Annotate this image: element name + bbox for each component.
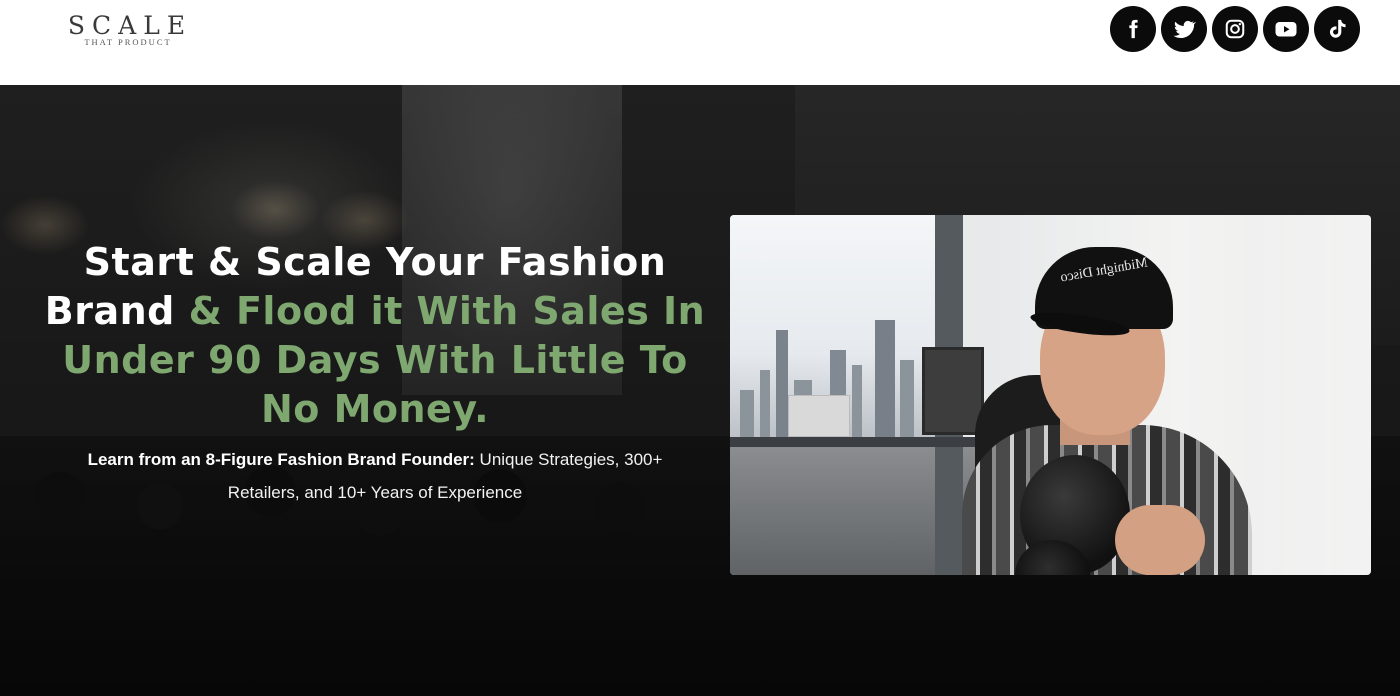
hero-section: Start & Scale Your Fashion Brand & Flood… [0, 85, 1400, 696]
logo[interactable]: SCALE THAT PRODUCT [62, 12, 194, 52]
video-building [760, 370, 770, 440]
video-desk-object [788, 395, 850, 437]
video-building [740, 390, 754, 440]
facebook-link[interactable] [1110, 6, 1156, 52]
site-header: SCALE THAT PRODUCT [0, 0, 1400, 85]
tiktok-icon [1326, 18, 1348, 40]
subtitle-bold: Learn from an 8-Figure Fashion Brand Fou… [87, 450, 475, 469]
youtube-icon [1274, 17, 1298, 41]
video-person-hand [1115, 505, 1205, 575]
video-light-shade [1251, 215, 1371, 575]
video-picture-frame [922, 347, 984, 435]
hero-headline: Start & Scale Your Fashion Brand & Flood… [40, 238, 710, 434]
logo-wordmark: SCALE [67, 11, 193, 40]
hero-video[interactable]: Midnight Disco [730, 215, 1371, 575]
twitter-icon [1172, 17, 1196, 41]
hero-subtitle: Learn from an 8-Figure Fashion Brand Fou… [55, 443, 695, 509]
video-building [900, 360, 914, 440]
background-light [230, 180, 320, 240]
video-building [875, 320, 895, 440]
tiktok-link[interactable] [1314, 6, 1360, 52]
instagram-link[interactable] [1212, 6, 1258, 52]
video-table [730, 437, 990, 447]
facebook-icon [1122, 18, 1144, 40]
instagram-icon [1224, 18, 1246, 40]
video-building [852, 365, 862, 440]
social-links [1110, 6, 1360, 52]
twitter-link[interactable] [1161, 6, 1207, 52]
youtube-link[interactable] [1263, 6, 1309, 52]
video-building [776, 330, 788, 440]
